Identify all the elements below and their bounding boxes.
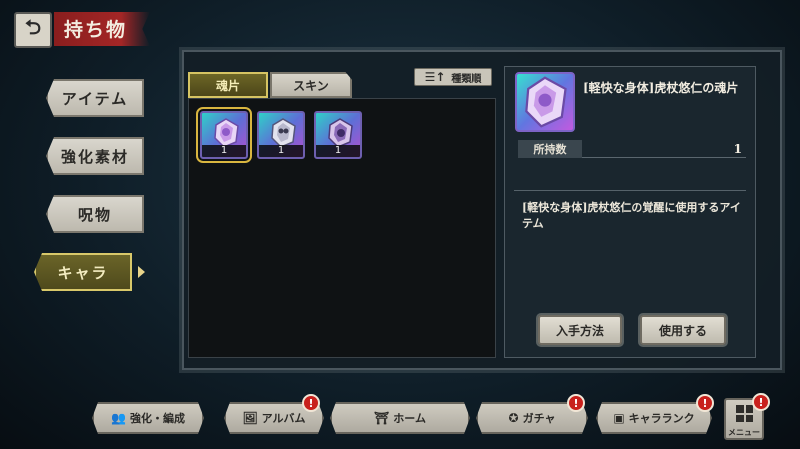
soul-shard-icon: [328, 118, 353, 148]
owned-label: 所持数: [518, 140, 582, 158]
menu-label: メニュー: [728, 427, 760, 437]
gacha-icon: ✪: [508, 411, 519, 425]
category-characters[interactable]: キャラ: [34, 253, 132, 291]
category-cursed-objects[interactable]: 呪物: [46, 195, 144, 233]
nav-label: ガチャ: [522, 412, 556, 425]
nav-label: キャラランク: [628, 412, 695, 425]
notification-badge: !: [696, 394, 714, 412]
rank-icon: ▣: [613, 411, 625, 425]
nav-label: アルバム: [261, 412, 306, 425]
party-icon: 👥: [111, 411, 126, 425]
nav-label: 強化・編成: [129, 412, 185, 425]
category-enhance-materials[interactable]: 強化素材: [46, 137, 144, 175]
notification-badge: !: [567, 394, 585, 412]
nav-enhance-formation[interactable]: 👥 強化・編成: [92, 402, 204, 434]
item-name: [軽快な身体]虎杖悠仁の魂片: [583, 81, 739, 95]
nav-label: ホーム: [393, 412, 426, 425]
nav-character-rank[interactable]: ▣ キャラランク: [596, 402, 712, 434]
item-slot[interactable]: 1: [314, 111, 362, 159]
tab-skins[interactable]: スキン: [270, 72, 352, 98]
album-icon: 🖼: [242, 411, 258, 425]
item-description: [軽快な身体]虎杖悠仁の覚醒に使用するアイテム: [522, 201, 741, 230]
sort-icon: ☰↑: [424, 70, 446, 84]
use-button[interactable]: 使用する: [640, 315, 726, 345]
back-button[interactable]: ⮌: [14, 12, 52, 48]
detail-item-icon: [515, 72, 575, 132]
item-count: 1: [259, 145, 303, 157]
soul-shard-icon: [525, 76, 567, 128]
tab-shards[interactable]: 魂片: [188, 72, 268, 98]
active-category-arrow-icon: [138, 266, 145, 278]
divider: [514, 190, 746, 191]
notification-badge: !: [752, 393, 770, 411]
home-icon: ⛩: [374, 411, 390, 425]
nav-home[interactable]: ⛩ ホーム: [330, 402, 470, 434]
owned-value: 1: [733, 142, 742, 156]
item-slot[interactable]: 1: [196, 107, 252, 163]
sort-label: 種類順: [451, 73, 482, 85]
how-to-get-button[interactable]: 入手方法: [538, 315, 622, 345]
sort-button[interactable]: ☰↑ 種類順: [414, 68, 492, 86]
item-count: 1: [316, 145, 360, 157]
item-count: 1: [202, 145, 246, 157]
soul-shard-icon: [271, 118, 296, 148]
category-items[interactable]: アイテム: [46, 79, 144, 117]
page-title: 持ち物: [64, 19, 128, 41]
notification-badge: !: [302, 394, 320, 412]
back-arrow-icon: ⮌: [24, 15, 42, 39]
menu-grid-icon: [736, 405, 753, 422]
item-slot[interactable]: 1: [257, 111, 305, 159]
soul-shard-icon: [214, 118, 239, 148]
